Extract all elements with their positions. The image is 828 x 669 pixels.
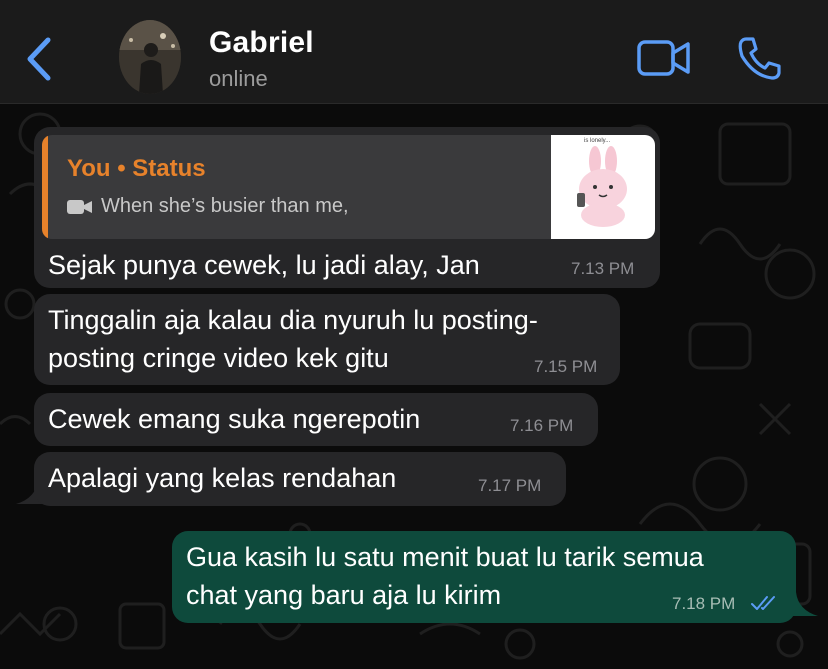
quote-accent-bar: [42, 135, 48, 239]
message-timestamp: 7.16 PM: [510, 416, 574, 435]
bunny-sticker-image: [577, 146, 627, 227]
presence-status: online: [209, 66, 268, 91]
quote-text-line: When she’s busier than me,: [67, 195, 349, 218]
incoming-message[interactable]: You • Status When she’s busier than me, …: [34, 127, 660, 288]
message-timestamp: 7.15 PM: [534, 357, 598, 376]
quote-author: You • Status: [67, 155, 206, 182]
phone-icon: [738, 37, 781, 80]
quoted-status[interactable]: You • Status When she’s busier than me, …: [42, 135, 655, 239]
voice-call-button[interactable]: [736, 34, 784, 82]
outgoing-message[interactable]: Gua kasih lu satu menit buat lu tarik se…: [172, 531, 796, 623]
message-text-line-1: Tinggalin aja kalau dia nyuruh lu postin…: [48, 305, 538, 335]
back-button[interactable]: [22, 36, 58, 82]
avatar-photo: [119, 20, 181, 94]
thumbnail-caption: is lonely...: [584, 138, 611, 144]
double-check-read-icon: [751, 596, 775, 610]
contact-name[interactable]: Gabriel: [209, 26, 314, 60]
video-camera-icon: [67, 199, 92, 214]
chevron-left-icon: [27, 37, 51, 81]
quote-text: When she’s busier than me,: [101, 195, 349, 217]
message-timestamp: 7.13 PM: [571, 259, 635, 278]
message-text-line-1: Gua kasih lu satu menit buat lu tarik se…: [186, 542, 704, 572]
message-text-line-2: posting cringe video kek gitu: [48, 343, 389, 373]
incoming-message[interactable]: Apalagi yang kelas rendahan 7.17 PM: [34, 452, 566, 506]
message-timestamp: 7.18 PM: [672, 594, 736, 613]
message-text: Cewek emang suka ngerepotin: [48, 404, 421, 434]
status-thumbnail[interactable]: is lonely...: [551, 135, 655, 239]
incoming-message[interactable]: Tinggalin aja kalau dia nyuruh lu postin…: [34, 294, 620, 385]
contact-avatar[interactable]: [119, 20, 181, 94]
message-text: Apalagi yang kelas rendahan: [48, 463, 397, 493]
chat-header: Gabriel online: [0, 0, 828, 104]
message-timestamp: 7.17 PM: [478, 476, 542, 495]
incoming-message[interactable]: Cewek emang suka ngerepotin 7.16 PM: [34, 393, 598, 446]
video-call-button[interactable]: [636, 38, 692, 78]
message-text-line-2: chat yang baru aja lu kirim: [186, 580, 502, 610]
message-text: Sejak punya cewek, lu jadi alay, Jan: [48, 250, 480, 280]
video-camera-icon: [637, 40, 690, 76]
